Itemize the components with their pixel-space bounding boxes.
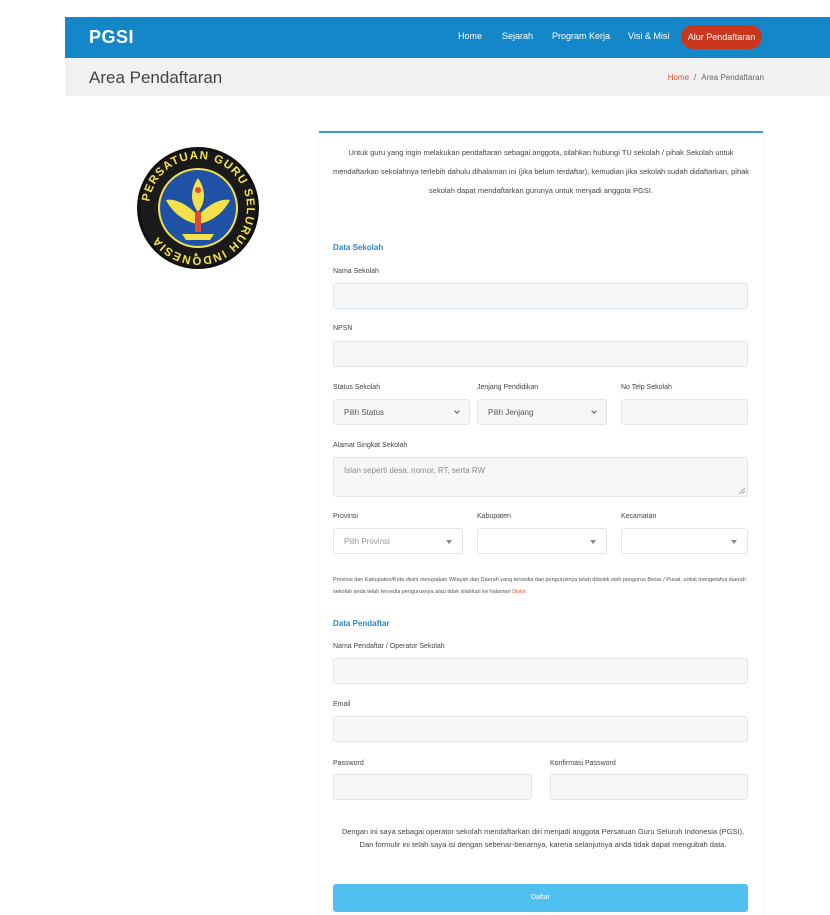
label-password: Password [333, 760, 364, 767]
label-school-address: Alamat Singkat Sekolah [333, 442, 408, 449]
password-input[interactable] [333, 774, 532, 800]
breadcrumb-current: Area Pendaftaran [701, 73, 764, 82]
consent-text: Dengan ini saya sebagai operator sekolah… [341, 827, 745, 849]
brand-logo-text[interactable]: PGSI [89, 27, 134, 48]
nav-home[interactable]: Home [458, 31, 482, 41]
label-confirm-password: Konfirmasi Password [550, 760, 616, 767]
registration-card: Untuk guru yang ingin melakukan pendafta… [319, 131, 763, 915]
nav-alur-pendaftaran-button[interactable]: Alur Pendaftaran [681, 25, 762, 49]
school-status-select[interactable]: Pilih Status [333, 399, 470, 425]
province-value: Pilih Provinsi [344, 537, 390, 546]
region-note-text: Provinsi dan Kabupaten/Kota disini merup… [333, 577, 746, 595]
nav-visi-misi[interactable]: Visi & Misi [628, 31, 669, 41]
region-note: Provinsi dan Kabupaten/Kota disini merup… [333, 574, 753, 598]
section-title-registrant: Data Pendaftar [333, 619, 390, 628]
resize-handle-icon[interactable] [739, 488, 745, 494]
label-npsn: NPSN [333, 325, 353, 332]
page-title: Area Pendaftaran [89, 68, 223, 87]
page-header-band: Area Pendaftaran Home / Area Pendaftaran [65, 58, 830, 96]
breadcrumb: Home / Area Pendaftaran [668, 73, 764, 82]
district-select[interactable] [621, 528, 748, 554]
nav-sejarah[interactable]: Sejarah [502, 31, 533, 41]
label-school-name: Nama Sekolah [333, 268, 379, 275]
pgsi-logo: PERSATUAN GURU SELURUH INDONESIA [136, 146, 260, 270]
email-input[interactable] [333, 716, 748, 742]
regency-select[interactable] [477, 528, 607, 554]
top-navbar: PGSI Home Sejarah Program Kerja Visi & M… [65, 17, 830, 58]
breadcrumb-home-link[interactable]: Home [668, 73, 689, 82]
label-regency: Kabupaten [477, 513, 511, 520]
nav-program-kerja[interactable]: Program Kerja [552, 31, 610, 41]
intro-text: Untuk guru yang ingin melakukan pendafta… [332, 148, 750, 195]
label-district: Kecamatan [621, 513, 657, 520]
chevron-down-icon [454, 410, 460, 414]
school-address-placeholder: Isian seperti desa, nomor, RT, serta RW [344, 466, 486, 475]
label-registrant-name: Nama Pendaftar / Operator Sekolah [333, 643, 445, 650]
caret-down-icon [590, 540, 596, 544]
education-level-value: Pilih Jenjang [488, 408, 534, 417]
label-province: Provinsi [333, 513, 358, 520]
school-name-input[interactable] [333, 283, 748, 309]
label-school-phone: No Telp Sekolah [621, 384, 672, 391]
label-school-status: Status Sekolah [333, 384, 381, 391]
chevron-down-icon [591, 410, 597, 414]
breadcrumb-separator: / [694, 73, 697, 82]
school-status-value: Pilih Status [344, 408, 385, 417]
submit-daftar-button[interactable]: Daftar [333, 884, 748, 912]
school-address-textarea[interactable]: Isian seperti desa, nomor, RT, serta RW [333, 457, 748, 497]
school-phone-input[interactable] [621, 399, 748, 425]
registrant-name-input[interactable] [333, 658, 748, 684]
province-select[interactable]: Pilih Provinsi [333, 528, 463, 554]
label-email: Email [333, 701, 351, 708]
section-title-school: Data Sekolah [333, 243, 384, 252]
region-note-link[interactable]: Disini [512, 589, 525, 595]
caret-down-icon [731, 540, 737, 544]
confirm-password-input[interactable] [550, 774, 748, 800]
npsn-input[interactable] [333, 341, 748, 367]
label-education-level: Jenjang Pendidikan [477, 384, 539, 391]
education-level-select[interactable]: Pilih Jenjang [477, 399, 607, 425]
caret-down-icon [446, 540, 452, 544]
